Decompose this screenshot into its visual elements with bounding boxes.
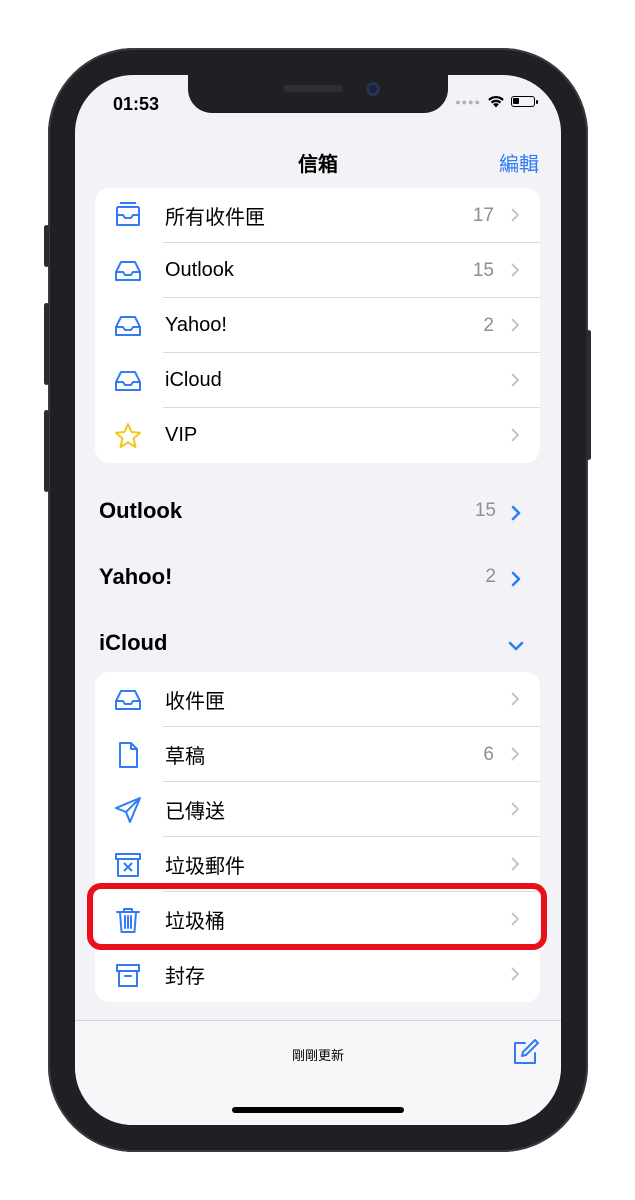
- mailbox-label: Outlook: [165, 259, 234, 281]
- account-count: 2: [485, 566, 496, 587]
- speaker: [283, 85, 343, 92]
- signal-icon: ●●●●: [455, 96, 481, 107]
- home-indicator: [232, 1107, 404, 1113]
- account-header-yahoo[interactable]: Yahoo! 2: [99, 562, 544, 596]
- inbox-tray-icon: [115, 371, 141, 391]
- folder-label: 已傳送: [165, 801, 225, 823]
- mailbox-count: 15: [472, 259, 494, 281]
- chevron-right-icon: [511, 428, 520, 442]
- chevron-right-icon: [511, 802, 520, 816]
- folder-count: 6: [483, 743, 494, 765]
- chevron-right-icon: [511, 263, 520, 277]
- chevron-right-icon: [511, 747, 520, 761]
- inbox-tray-icon: [115, 316, 141, 336]
- junk-box-icon: [115, 853, 141, 877]
- power-button: [586, 330, 591, 460]
- mailbox-row-icloud[interactable]: iCloud: [95, 353, 540, 408]
- mailbox-count: 17: [472, 204, 494, 226]
- camera: [366, 82, 380, 96]
- battery-icon: [511, 96, 538, 107]
- mailbox-label: iCloud: [165, 369, 222, 391]
- mailbox-row-yahoo[interactable]: Yahoo! 2: [95, 298, 540, 353]
- chevron-down-icon[interactable]: [508, 640, 524, 652]
- highlight-box: [87, 883, 547, 950]
- account-name: iCloud: [99, 630, 168, 655]
- screen: 01:53 ●●●● 信箱 編輯 所有收件匣 17 Outlook 15 Yah…: [75, 75, 561, 1125]
- silent-switch: [44, 225, 49, 267]
- volume-down-button: [44, 410, 49, 492]
- star-icon: [115, 423, 141, 448]
- chevron-right-icon: [511, 208, 520, 222]
- account-name: Outlook: [99, 498, 183, 523]
- mailbox-label: 所有收件匣: [165, 207, 265, 229]
- edit-button[interactable]: 編輯: [499, 148, 539, 177]
- inbox-tray-icon: [115, 261, 141, 281]
- page-title: 信箱: [298, 154, 338, 176]
- mailbox-row-vip[interactable]: VIP: [95, 408, 540, 463]
- folder-row-drafts[interactable]: 草稿 6: [95, 727, 540, 782]
- status-time: 01:53: [113, 94, 160, 114]
- mailbox-count: 2: [483, 314, 494, 336]
- update-status: 剛剛更新: [291, 1048, 344, 1063]
- account-header-icloud[interactable]: iCloud: [99, 628, 544, 662]
- wifi-icon: [488, 95, 504, 108]
- volume-up-button: [44, 303, 49, 385]
- compose-icon[interactable]: [511, 1039, 539, 1067]
- folder-row-archive[interactable]: 封存: [95, 947, 540, 1002]
- chevron-right-icon[interactable]: [510, 571, 522, 587]
- mailbox-label: Yahoo!: [165, 314, 227, 336]
- notch: [188, 75, 448, 113]
- folder-label: 封存: [165, 966, 205, 988]
- mailbox-row-all-inboxes[interactable]: 所有收件匣 17: [95, 188, 540, 243]
- mailboxes-group: 所有收件匣 17 Outlook 15 Yahoo! 2 iCloud VIP: [95, 188, 540, 463]
- mailbox-label: VIP: [165, 424, 198, 446]
- inbox-tray-icon: [115, 690, 141, 710]
- account-count: 15: [474, 500, 496, 521]
- icloud-folders-group: 收件匣 草稿 6 已傳送 垃圾郵件 垃圾桶 封存: [95, 672, 540, 1002]
- account-name: Yahoo!: [99, 564, 173, 589]
- chevron-right-icon: [511, 318, 520, 332]
- folder-label: 垃圾郵件: [165, 856, 245, 878]
- chevron-right-icon: [511, 692, 520, 706]
- document-icon: [119, 742, 138, 768]
- paper-plane-icon: [115, 797, 141, 823]
- account-header-outlook[interactable]: Outlook 15: [99, 496, 544, 530]
- chevron-right-icon[interactable]: [510, 505, 522, 521]
- status-icons: ●●●●: [455, 95, 538, 108]
- folder-row-inbox[interactable]: 收件匣: [95, 672, 540, 727]
- chevron-right-icon: [511, 967, 520, 981]
- all-inboxes-icon: [116, 202, 140, 226]
- folder-label: 草稿: [165, 746, 205, 768]
- mailbox-row-outlook[interactable]: Outlook 15: [95, 243, 540, 298]
- folder-row-sent[interactable]: 已傳送: [95, 782, 540, 837]
- archive-box-icon: [116, 964, 140, 987]
- chevron-right-icon: [511, 373, 520, 387]
- chevron-right-icon: [511, 857, 520, 871]
- folder-label: 收件匣: [165, 691, 225, 713]
